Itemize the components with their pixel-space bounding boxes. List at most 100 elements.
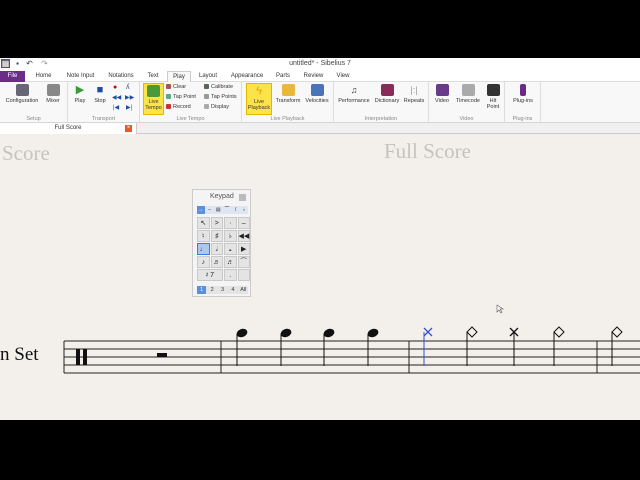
- plugins-button[interactable]: Plug-ins: [509, 84, 537, 104]
- group-transport: ▶ Play ■ Stop ● ʎ ◀◀ ▶▶ |◀ ▶| Transport: [68, 82, 140, 123]
- sibelius-window: ▦ ▪ ↶ ↷ untitled* - Sibelius 7 File Home…: [0, 58, 640, 420]
- metronome-icon[interactable]: ʎ: [126, 84, 130, 91]
- group-live-tempo: Live Tempo Clear Tap Point Record Calibr…: [140, 82, 242, 123]
- tab-play[interactable]: Play: [167, 71, 191, 82]
- transform-button[interactable]: Transform: [274, 84, 302, 104]
- lightning-icon: ϟ: [256, 85, 262, 97]
- fast-forward-icon[interactable]: ▶▶: [125, 94, 134, 101]
- keypad-key[interactable]: ⁀: [237, 256, 250, 268]
- go-to-end-icon[interactable]: ▶|: [126, 104, 132, 111]
- calibrate-button[interactable]: Calibrate: [204, 84, 233, 90]
- keypad-key[interactable]: ♪: [197, 256, 210, 268]
- keypad-panel[interactable]: Keypad ↔ – ▤ ⁀ / ♭ ↖ > · – ♮ ♯ ♭ ◀◀ ♩ 𝅗𝅥 𝅝 ▶ …: [192, 189, 251, 297]
- tab-home[interactable]: Home: [31, 71, 56, 82]
- clear-button[interactable]: Clear: [166, 84, 186, 90]
- keypad-key[interactable]: ♬: [210, 256, 223, 268]
- keypad-close-icon[interactable]: [239, 194, 246, 201]
- keypad-layout-2[interactable]: 2: [207, 286, 216, 294]
- mixer-icon: [46, 84, 60, 96]
- keypad-key[interactable]: 𝅝: [224, 243, 237, 255]
- configuration-button[interactable]: Configuration: [3, 84, 41, 104]
- keypad-key[interactable]: ▶: [237, 243, 250, 255]
- keypad-key[interactable]: ♯: [210, 230, 223, 242]
- keypad-key[interactable]: ♮: [197, 230, 210, 242]
- keypad-key-quarter-note[interactable]: ♩: [197, 243, 210, 255]
- tab-note-input[interactable]: Note Input: [62, 71, 99, 82]
- group-label: Interpretation: [364, 116, 398, 122]
- repeats-button[interactable]: |:| Repeats: [402, 84, 426, 104]
- close-icon[interactable]: ×: [125, 125, 132, 132]
- ribbon: Configuration Mixer Setup ▶ Play ■ Stop ● …: [0, 82, 640, 123]
- tab-review[interactable]: Review: [300, 71, 327, 82]
- keypad-mode-bar[interactable]: ↔ – ▤ ⁀ / ♭: [197, 206, 248, 214]
- keypad-layout-1[interactable]: 1: [197, 286, 207, 294]
- keypad-keys: ↖ > · – ♮ ♯ ♭ ◀◀ ♩ 𝅗𝅥 𝅝 ▶ ♪ ♬ ♬ ⁀ 𝄽 7 .: [197, 217, 250, 281]
- dictionary-button[interactable]: Dictionary: [373, 84, 401, 104]
- staff[interactable]: [0, 318, 640, 388]
- tab-layout[interactable]: Layout: [195, 71, 221, 82]
- keypad-key[interactable]: –: [237, 217, 250, 229]
- group-label: Live Playback: [270, 116, 305, 122]
- timecode-icon: [461, 84, 475, 96]
- group-plugins: Plug-ins Plug-ins: [505, 82, 541, 123]
- transform-icon: [281, 84, 295, 96]
- tap-points-button[interactable]: Tap Points: [204, 94, 237, 100]
- dictionary-icon: [380, 84, 394, 96]
- keypad-key[interactable]: ◀◀: [237, 230, 250, 242]
- hit-point-button[interactable]: Hit Point: [484, 84, 502, 110]
- tab-file[interactable]: File: [0, 71, 25, 82]
- tab-notations[interactable]: Notations: [105, 71, 137, 82]
- keypad-key[interactable]: ↖: [197, 217, 210, 229]
- timecode-button[interactable]: Timecode: [453, 84, 483, 104]
- play-button[interactable]: ▶ Play: [72, 84, 88, 104]
- clapperboard-icon: [486, 84, 500, 96]
- live-tempo-button[interactable]: Live Tempo: [143, 83, 164, 115]
- keypad-key[interactable]: 𝅗𝅥: [210, 243, 223, 255]
- tap-point-button[interactable]: Tap Point: [166, 94, 196, 100]
- keypad-key[interactable]: ·: [224, 217, 237, 229]
- performance-button[interactable]: ♫ Performance: [336, 84, 372, 104]
- record-icon[interactable]: ●: [113, 84, 117, 91]
- keypad-key-rest[interactable]: 𝄽 7: [197, 269, 223, 281]
- velocities-icon: [310, 84, 324, 96]
- rewind-icon[interactable]: ◀◀: [112, 94, 121, 101]
- live-tempo-icon: [147, 85, 160, 97]
- document-tabs: Full Score ×: [0, 123, 640, 134]
- record-button[interactable]: Record: [166, 104, 191, 110]
- video-icon: [435, 84, 449, 96]
- group-label: Video: [459, 116, 474, 122]
- group-label: Plug-ins: [512, 116, 533, 122]
- group-live-playback: ϟ Live Playback Transform Velocities Live…: [242, 82, 334, 123]
- mixer-button[interactable]: Mixer: [43, 84, 63, 104]
- tab-appearance[interactable]: Appearance: [227, 71, 267, 82]
- group-video: Video Timecode Hit Point Video: [429, 82, 505, 123]
- go-to-start-icon[interactable]: |◀: [113, 104, 119, 111]
- keypad-key[interactable]: ♬: [224, 256, 237, 268]
- notes[interactable]: [236, 326, 623, 366]
- group-setup: Configuration Mixer Setup: [0, 82, 68, 123]
- keypad-layout-4[interactable]: 4: [228, 286, 237, 294]
- whole-rest[interactable]: [157, 353, 167, 357]
- document-tab-full-score[interactable]: Full Score ×: [0, 123, 137, 134]
- keypad-layout-all[interactable]: All: [239, 286, 248, 294]
- tab-parts[interactable]: Parts: [272, 71, 294, 82]
- stop-icon: ■: [96, 84, 104, 96]
- live-playback-button[interactable]: ϟ Live Playback: [246, 83, 272, 115]
- stop-button[interactable]: ■ Stop: [92, 84, 108, 104]
- keypad-key[interactable]: >: [210, 217, 223, 229]
- keypad-layout-3[interactable]: 3: [218, 286, 227, 294]
- group-label: Live Tempo: [176, 116, 205, 122]
- group-label: Setup: [26, 116, 41, 122]
- velocities-button[interactable]: Velocities: [303, 84, 331, 104]
- window-title: untitled* - Sibelius 7: [289, 60, 351, 67]
- keypad-key-dot[interactable]: .: [224, 269, 237, 281]
- tab-text[interactable]: Text: [143, 71, 163, 82]
- title-bar: ▦ ▪ ↶ ↷ untitled* - Sibelius 7: [0, 58, 640, 70]
- tab-view[interactable]: View: [333, 71, 353, 82]
- plug-icon: [520, 84, 526, 96]
- video-button[interactable]: Video: [431, 84, 453, 104]
- keypad-key[interactable]: [237, 269, 250, 281]
- display-button[interactable]: Display: [204, 104, 229, 110]
- keypad-key[interactable]: ♭: [224, 230, 237, 242]
- score-title: Full Score: [384, 139, 471, 163]
